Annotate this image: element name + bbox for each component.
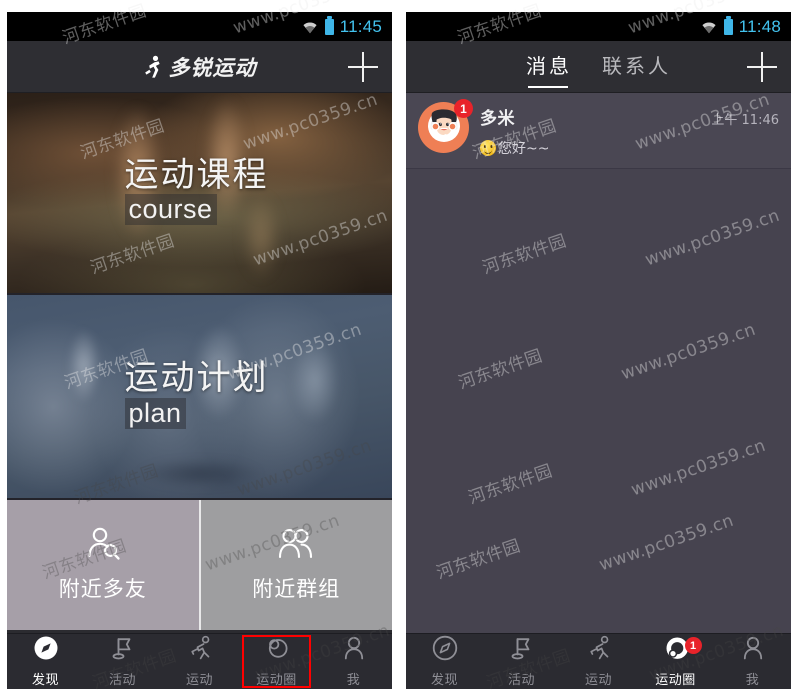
- nav-label-me: 我: [346, 673, 361, 688]
- circle-group-icon: [663, 635, 689, 666]
- nav-label-sport: 运动: [584, 673, 612, 688]
- app-title-bar: 多锐运动: [7, 41, 392, 93]
- person-icon: [341, 635, 367, 666]
- left-phone-screen: 11:45 多锐运动 运动课程 course 运动计划 plan 附近多友 附近…: [7, 12, 392, 689]
- status-bar: 11:45: [7, 12, 392, 41]
- add-button-right[interactable]: [747, 51, 777, 82]
- smile-emoji-icon: [480, 140, 496, 156]
- compass-icon: [432, 635, 458, 666]
- message-list: 1 多米 上午 11:46 您好~~: [406, 93, 791, 633]
- person-icon: [740, 635, 766, 666]
- nav-label-activity: 活动: [108, 673, 136, 688]
- nav-item-activity[interactable]: 活动: [84, 634, 161, 689]
- right-phone-screen: 11:48 消息 联系人 1 多米 上午 11:46 您好~~ 发现 活动 运动…: [406, 12, 791, 689]
- brand: 多锐运动: [143, 52, 257, 82]
- status-time: 11:45: [339, 16, 382, 36]
- screenshot-stage: 11:45 多锐运动 运动课程 course 运动计划 plan 附近多友 附近…: [0, 0, 797, 700]
- nav-label-sport-circle: 运动圈: [655, 673, 696, 688]
- nearby-groups-tile[interactable]: 附近群组: [198, 500, 392, 630]
- course-card-label: 运动课程 course: [121, 155, 279, 232]
- nearby-friends-tile[interactable]: 附近多友: [7, 500, 199, 630]
- wifi-icon: [301, 20, 319, 34]
- avatar-unread-badge: 1: [454, 99, 473, 118]
- message-timestamp: 上午 11:46: [711, 113, 779, 128]
- message-sender-name: 多米: [480, 109, 515, 129]
- plan-card-label: 运动计划 plan: [121, 358, 279, 435]
- battery-icon: [324, 15, 334, 35]
- nav-label-me: 我: [745, 673, 760, 688]
- nav-label-discover: 发现: [430, 673, 458, 688]
- status-time-right: 11:48: [738, 16, 781, 36]
- nav-item-me[interactable]: 我: [315, 634, 392, 689]
- nav-item-sport[interactable]: 运动: [560, 634, 637, 689]
- runner-icon: [586, 635, 612, 666]
- nav-item-discover[interactable]: 发现: [7, 634, 84, 689]
- flag-icon: [110, 635, 136, 666]
- nav-item-me[interactable]: 我: [714, 634, 791, 689]
- group-people-icon: [277, 527, 315, 566]
- sport-circle-badge: 1: [684, 637, 702, 654]
- nav-item-sport[interactable]: 运动: [161, 634, 238, 689]
- tiles-row: 附近多友 附近群组: [7, 500, 392, 630]
- status-bar-right: 11:48: [406, 12, 791, 41]
- nav-label-sport: 运动: [185, 673, 213, 688]
- plan-card[interactable]: 运动计划 plan: [7, 295, 392, 500]
- course-card-title: 运动课程: [124, 154, 269, 195]
- tab-messages[interactable]: 消息: [524, 46, 574, 88]
- battery-icon: [723, 15, 733, 35]
- left-bottom-nav: 发现 活动 运动 运动圈 我: [7, 633, 392, 689]
- plan-card-title: 运动计划: [124, 358, 269, 399]
- running-person-logo-icon: [143, 55, 162, 79]
- circle-group-icon: [264, 635, 290, 666]
- nav-item-discover[interactable]: 发现: [406, 634, 483, 689]
- course-card[interactable]: 运动课程 course: [7, 93, 392, 295]
- nav-label-discover: 发现: [31, 673, 59, 688]
- message-preview-text: 您好~~: [498, 141, 550, 157]
- runner-icon: [187, 635, 213, 666]
- flag-icon: [509, 635, 535, 666]
- nearby-friends-label: 附近多友: [58, 577, 147, 601]
- plan-card-subtitle: plan: [124, 397, 186, 429]
- message-main: 多米 上午 11:46 您好~~: [480, 102, 779, 158]
- nav-label-sport-circle: 运动圈: [256, 673, 297, 688]
- nav-label-activity: 活动: [507, 673, 535, 688]
- add-button[interactable]: [348, 51, 378, 82]
- tab-contacts[interactable]: 联系人: [600, 46, 673, 88]
- wifi-icon: [700, 20, 718, 34]
- nav-item-sport-circle[interactable]: 运动圈 1: [637, 634, 714, 689]
- list-item[interactable]: 1 多米 上午 11:46 您好~~: [406, 93, 791, 169]
- person-search-icon: [84, 527, 122, 566]
- message-tab-bar: 消息 联系人: [406, 41, 791, 93]
- course-card-subtitle: course: [124, 194, 217, 226]
- message-top-row: 多米 上午 11:46: [480, 104, 779, 129]
- app-title: 多锐运动: [168, 55, 257, 80]
- nav-item-activity[interactable]: 活动: [483, 634, 560, 689]
- nearby-groups-label: 附近群组: [252, 577, 341, 601]
- message-preview-row: 您好~~: [480, 138, 779, 158]
- compass-icon: [33, 635, 59, 666]
- avatar-wrap: 1: [418, 99, 473, 153]
- right-bottom-nav: 发现 活动 运动 运动圈 1 我: [406, 633, 791, 689]
- nav-item-sport-circle[interactable]: 运动圈: [238, 634, 315, 689]
